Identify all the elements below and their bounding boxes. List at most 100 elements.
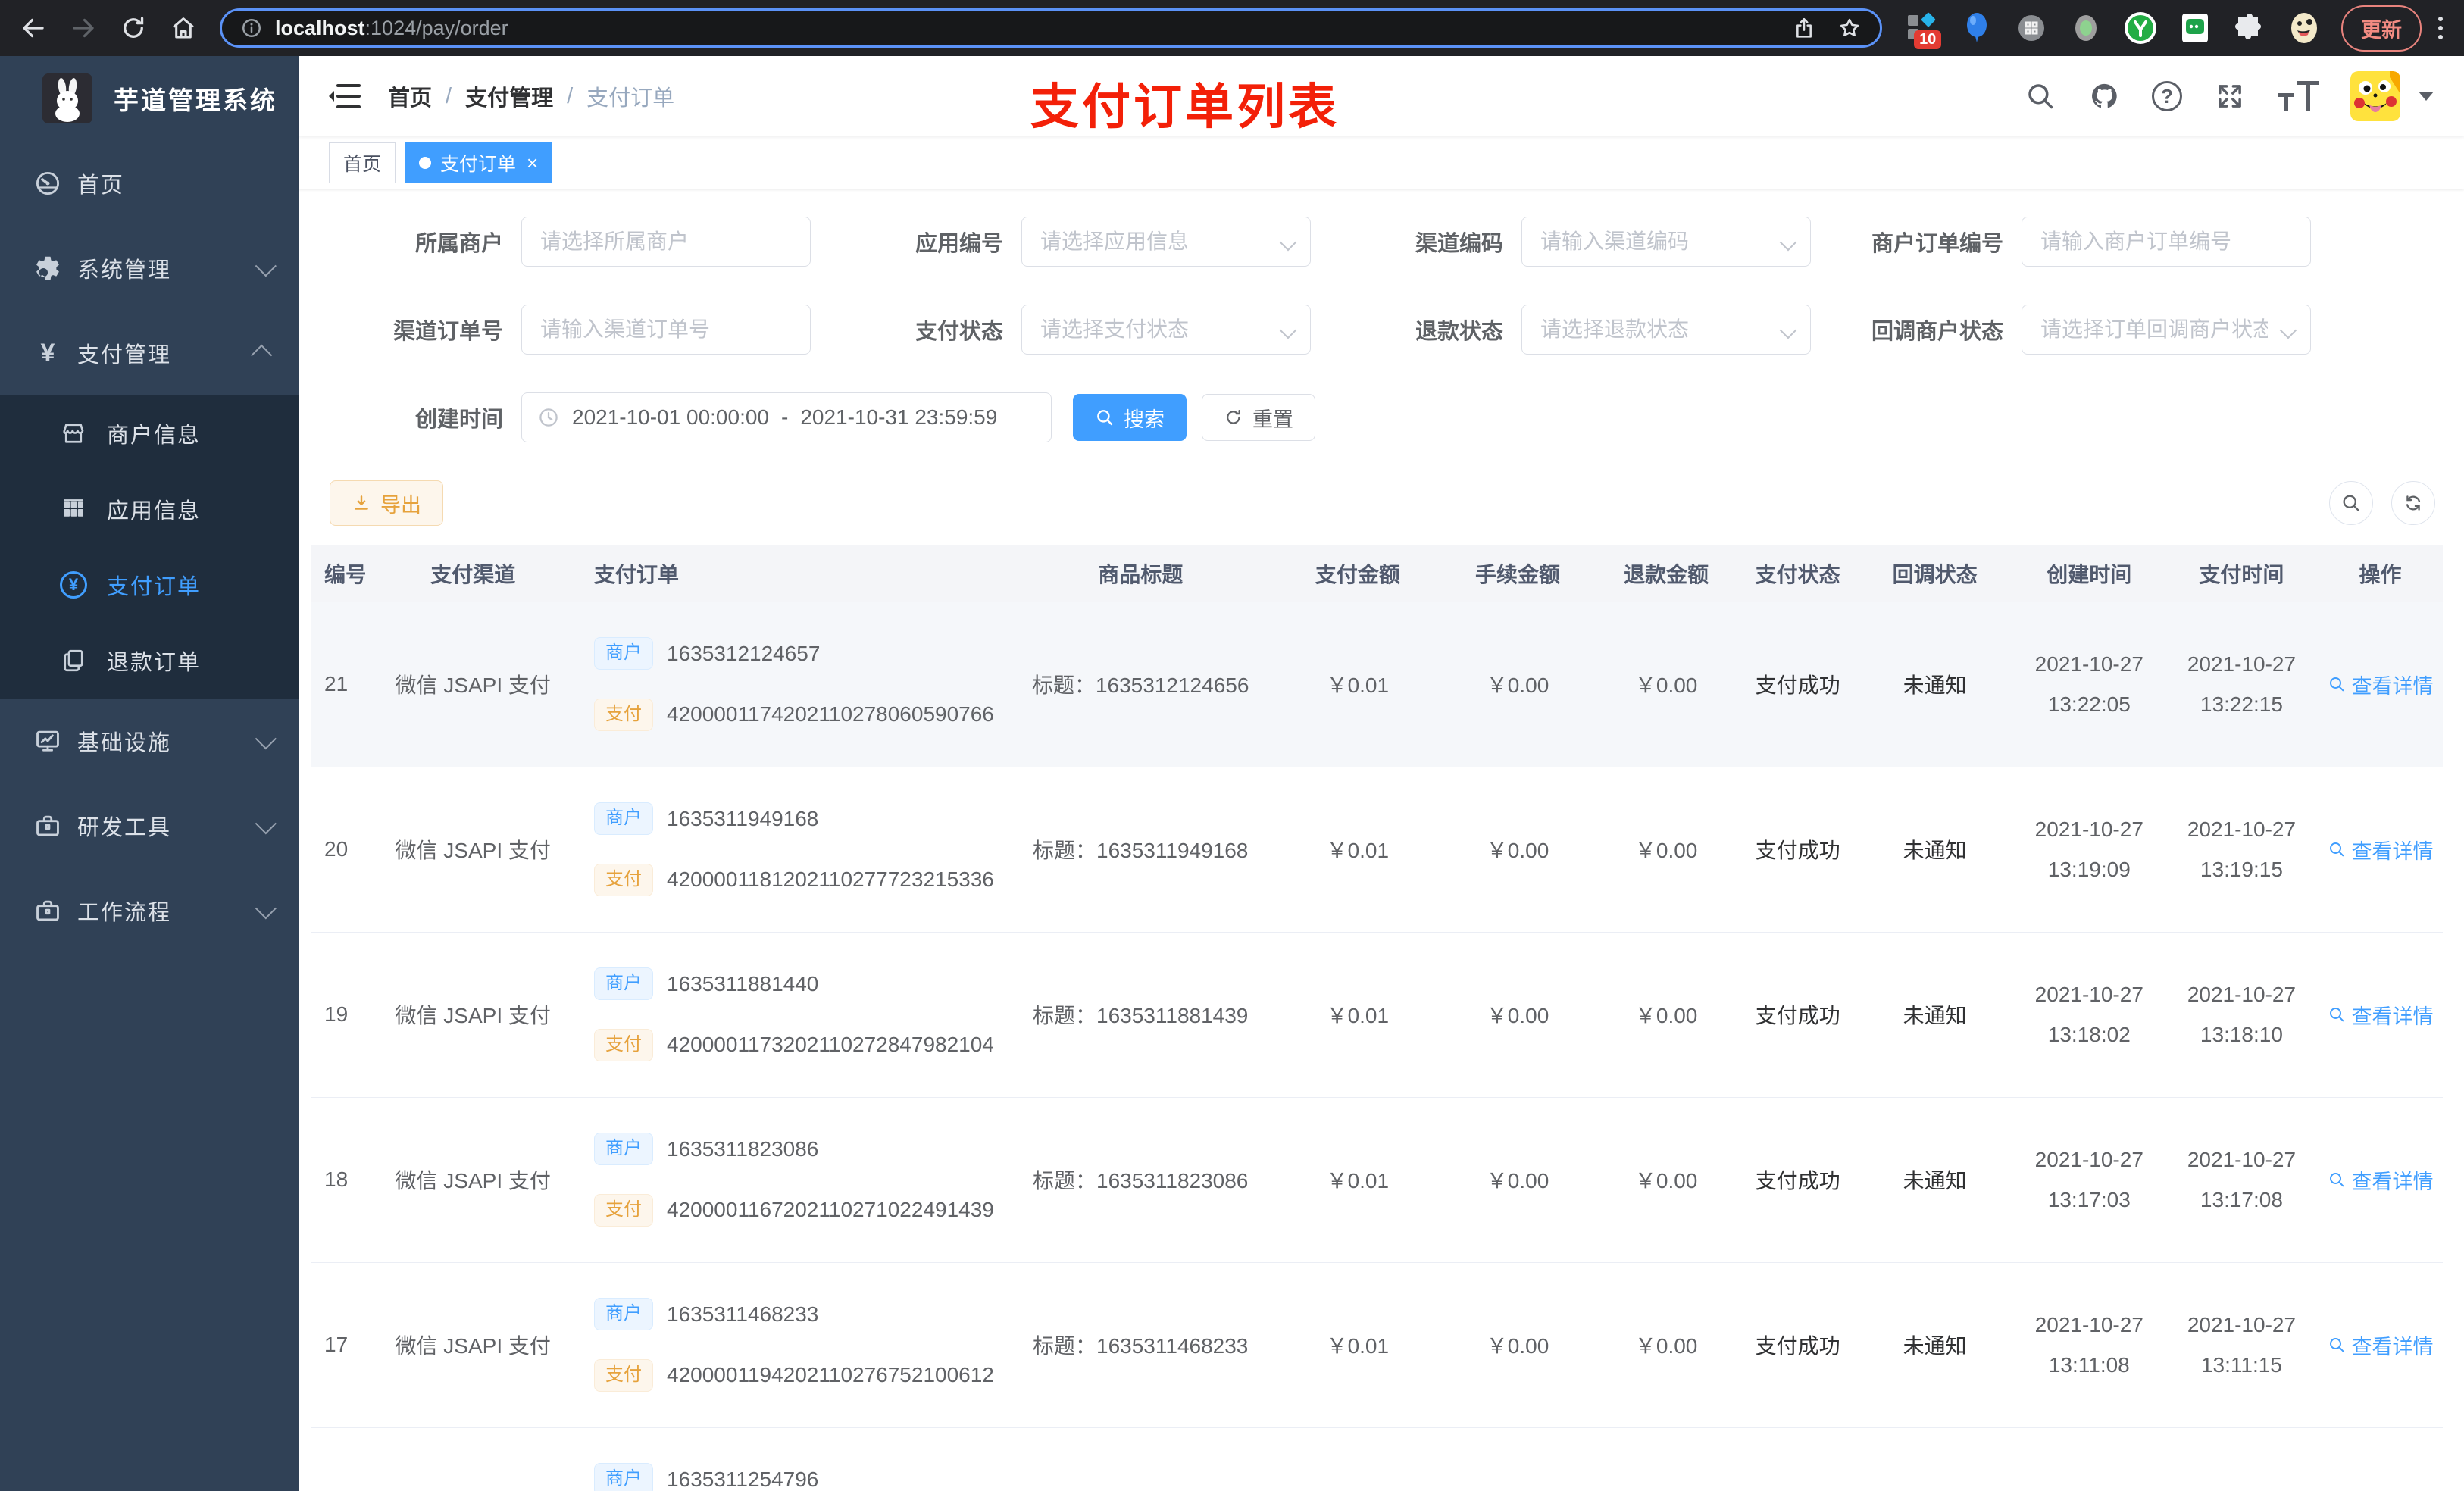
cell-pay-status: 支付成功 xyxy=(1738,1262,1857,1428)
view-detail-link[interactable]: 查看详情 xyxy=(2328,670,2434,699)
filter-label-merchant-order-no: 商户订单编号 xyxy=(1871,232,2003,256)
balloon-icon[interactable] xyxy=(1959,11,1994,45)
cell-pay-order: 商户 1635311468233 支付 4200001194202110276752… xyxy=(580,1262,1008,1428)
merchant-order-no-input[interactable] xyxy=(2022,217,2311,267)
cell-id: 19 xyxy=(311,932,366,1098)
active-dot xyxy=(419,156,432,169)
cell-pay-order: 商户1635311254796 支付 xyxy=(580,1427,1007,1491)
channel-code-select[interactable] xyxy=(1521,217,1811,267)
cell-actions: 查看详情 xyxy=(2318,932,2443,1098)
cell-refund: ￥0.00 xyxy=(1593,767,1739,933)
forward-icon[interactable] xyxy=(70,14,97,42)
sidebar-item-app-info[interactable]: 应用信息 xyxy=(0,471,299,547)
record-icon[interactable] xyxy=(2068,11,2103,45)
view-detail-link[interactable]: 查看详情 xyxy=(2328,1165,2434,1195)
col-pay-order: 支付订单 xyxy=(580,545,1008,602)
app-select[interactable] xyxy=(1021,217,1311,267)
refresh-table-button[interactable] xyxy=(2391,481,2435,525)
filter-label-merchant: 所属商户 xyxy=(414,232,503,256)
share-icon[interactable] xyxy=(1792,16,1816,40)
cell-title: 标题：1635311823086 xyxy=(1007,1097,1274,1263)
cell-callback-status: 未通知 xyxy=(1856,602,2013,767)
reset-button[interactable]: 重置 xyxy=(1202,394,1315,441)
sidebar-item-dev-tools[interactable]: 研发工具 xyxy=(0,783,299,868)
sidebar-item-home[interactable]: 首页 xyxy=(0,141,299,226)
merchant-input[interactable] xyxy=(521,217,811,267)
merchant-tag: 商户 xyxy=(594,637,654,670)
tab-pay-order[interactable]: 支付订单 × xyxy=(405,142,553,183)
cell-amount: ￥0.01 xyxy=(1274,602,1442,767)
tab-home[interactable]: 首页 xyxy=(329,142,396,183)
caret-down-icon[interactable] xyxy=(2419,92,2434,101)
app-logo-row[interactable]: 芋道管理系统 xyxy=(0,56,299,141)
browser-chrome: localhost:1024/pay/order 10 更新 xyxy=(0,0,2464,56)
cell-title: 标题：1635311468233 xyxy=(1007,1262,1274,1428)
cell-actions: 查看详情 xyxy=(2318,602,2443,767)
sidebar-item-pay[interactable]: ¥ 支付管理 xyxy=(0,311,299,395)
channel-order-no-input[interactable] xyxy=(521,305,811,355)
sidebar-item-refund-order[interactable]: 退款订单 xyxy=(0,623,299,699)
pay-order-table: 编号 支付渠道 支付订单 商品标题 支付金额 手续金额 退款金额 支付状态 回调… xyxy=(311,545,2443,1491)
breadcrumb-home[interactable]: 首页 xyxy=(388,80,432,112)
view-detail-link[interactable]: 查看详情 xyxy=(2328,1000,2434,1030)
callback-status-select[interactable] xyxy=(2022,305,2311,355)
help-icon[interactable]: ? xyxy=(2152,81,2182,111)
browser-menu-icon[interactable] xyxy=(2438,17,2444,39)
sidebar-item-merchant-info[interactable]: 商户信息 xyxy=(0,395,299,471)
puzzle-icon[interactable] xyxy=(2232,11,2267,45)
y-circle-icon[interactable] xyxy=(2123,11,2158,45)
cell-create-time: 2021-10-27 13:11:08 xyxy=(2012,1262,2165,1428)
cell-fee: ￥0.00 xyxy=(1441,1097,1594,1263)
update-button[interactable]: 更新 xyxy=(2341,5,2422,52)
date-end: 2021-10-31 23:59:59 xyxy=(800,405,998,429)
command-icon[interactable] xyxy=(2014,11,2049,45)
col-channel: 支付渠道 xyxy=(365,545,581,602)
sidebar-item-workflow[interactable]: 工作流程 xyxy=(0,868,299,953)
home-icon[interactable] xyxy=(170,14,197,42)
magnifier-icon xyxy=(2329,1173,2344,1187)
hamburger-icon[interactable] xyxy=(329,83,361,110)
refresh-icon xyxy=(2406,495,2421,511)
back-icon[interactable] xyxy=(20,14,47,42)
documents-icon xyxy=(64,649,83,672)
export-button[interactable]: 导出 xyxy=(330,480,443,526)
fullscreen-icon[interactable] xyxy=(2214,80,2246,112)
cell-actions: 查看详情 xyxy=(2318,1097,2443,1263)
cell-fee: ￥0.00 xyxy=(1441,767,1594,933)
info-icon[interactable] xyxy=(240,17,263,39)
font-size-icon[interactable] xyxy=(2278,81,2319,111)
cell-create-time: 2021-10-27 13:22:05 xyxy=(2012,602,2165,767)
avatar[interactable] xyxy=(2350,71,2400,121)
sidebar-item-label: 工作流程 xyxy=(77,901,172,925)
cell-callback-status: 未通知 xyxy=(1856,1097,2013,1263)
close-icon[interactable]: × xyxy=(527,153,538,173)
extension-grid-icon[interactable]: 10 xyxy=(1905,11,1942,49)
cell-fee: ￥0.00 xyxy=(1441,602,1594,767)
reload-icon[interactable] xyxy=(120,14,147,42)
emoji-icon[interactable] xyxy=(2287,11,2322,45)
breadcrumb-section[interactable]: 支付管理 xyxy=(465,80,553,112)
sidebar-item-infrastructure[interactable]: 基础设施 xyxy=(0,699,299,783)
github-icon[interactable] xyxy=(2088,80,2120,112)
tags-view-bar: 首页 支付订单 × xyxy=(299,136,2464,189)
briefcase-icon xyxy=(36,900,59,921)
shop-icon xyxy=(63,424,84,443)
view-detail-link[interactable]: 查看详情 xyxy=(2328,1330,2434,1360)
search-button[interactable]: 搜索 xyxy=(1073,394,1187,441)
chat-icon[interactable] xyxy=(2178,11,2212,45)
search-icon[interactable] xyxy=(2025,80,2056,112)
annotation-title: 支付订单列表 xyxy=(1030,80,1340,134)
refund-status-select[interactable] xyxy=(1521,305,1811,355)
extension-badge: 10 xyxy=(1914,30,1942,49)
cell-pay-order: 商户 1635311823086 支付 4200001167202110271022… xyxy=(580,1097,1008,1263)
pay-status-select[interactable] xyxy=(1021,305,1311,355)
create-time-range-picker[interactable]: 2021-10-01 00:00:00 - 2021-10-31 23:59:5… xyxy=(521,392,1052,442)
url-bar[interactable]: localhost:1024/pay/order xyxy=(220,8,1883,48)
sidebar-item-system[interactable]: 系统管理 xyxy=(0,226,299,311)
star-icon[interactable] xyxy=(1837,16,1862,40)
cell-amount: ￥0.01 xyxy=(1274,1262,1442,1428)
cell-callback-status: 未通知 xyxy=(1856,767,2013,933)
sidebar-item-pay-order[interactable]: ¥ 支付订单 xyxy=(0,547,299,623)
toggle-search-button[interactable] xyxy=(2329,481,2373,525)
view-detail-link[interactable]: 查看详情 xyxy=(2328,835,2434,864)
